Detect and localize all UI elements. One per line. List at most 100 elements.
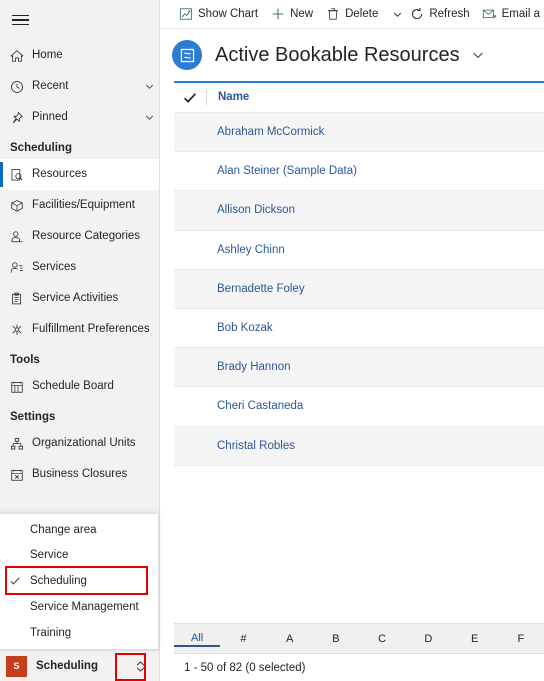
show-chart-label: Show Chart <box>198 8 259 20</box>
alpha-filter-all[interactable]: All <box>174 631 221 647</box>
refresh-icon <box>409 7 424 22</box>
chevron-down-icon[interactable] <box>471 48 485 62</box>
sidebar-item-services[interactable]: Services <box>0 252 159 283</box>
grid-body: Abraham McCormick Alan Steiner (Sample D… <box>174 113 544 623</box>
cell-name[interactable]: Alan Steiner (Sample Data) <box>174 165 544 177</box>
sidebar-item-label: Pinned <box>32 111 68 124</box>
sidebar-item-label: Services <box>32 261 77 274</box>
change-area-title: Change area <box>30 524 97 536</box>
alpha-filter-b[interactable]: B <box>313 632 359 646</box>
cell-name[interactable]: Bernadette Foley <box>174 283 544 295</box>
table-row[interactable]: Bernadette Foley <box>174 269 544 309</box>
sidebar-item-recent[interactable]: Recent <box>0 71 159 102</box>
table-row[interactable]: Alan Steiner (Sample Data) <box>174 152 544 192</box>
delete-button[interactable]: Delete <box>319 0 384 29</box>
table-row[interactable]: Allison Dickson <box>174 191 544 231</box>
area-option-training[interactable]: Training <box>0 620 158 646</box>
sidebar-item-label: Service Activities <box>32 292 119 305</box>
table-row[interactable]: Brady Hannon <box>174 348 544 388</box>
sidebar-item-label: Business Closures <box>32 468 128 481</box>
sidebar-item-resources[interactable]: Resources <box>0 159 159 190</box>
alpha-filter-f[interactable]: F <box>498 632 544 646</box>
refresh-label: Refresh <box>429 8 470 20</box>
sidebar-item-home[interactable]: Home <box>0 40 159 71</box>
data-grid: Name Abraham McCormick Alan Steiner (Sam… <box>174 81 544 623</box>
status-bar: 1 - 50 of 82 (0 selected) <box>174 653 544 681</box>
alpha-filter-c[interactable]: C <box>359 632 405 646</box>
view-title-row: Active Bookable Resources <box>160 29 544 81</box>
service-icon <box>10 260 32 276</box>
fulfillment-icon <box>10 322 32 338</box>
sidebar-item-service-activities[interactable]: Service Activities <box>0 283 159 314</box>
cell-name[interactable]: Christal Robles <box>174 440 544 452</box>
cell-name[interactable]: Abraham McCormick <box>174 126 544 138</box>
sidebar-item-label: Schedule Board <box>32 380 114 393</box>
hamburger-menu-icon[interactable] <box>0 4 40 36</box>
email-a-link-label: Email a Link <box>501 8 544 20</box>
sidebar-item-business-closures[interactable]: Business Closures <box>0 459 159 490</box>
area-option-label: Scheduling <box>30 575 87 587</box>
bookable-resource-icon <box>172 40 202 70</box>
chevron-up-down-icon[interactable] <box>127 653 153 679</box>
sidebar-item-fulfillment-preferences[interactable]: Fulfillment Preferences <box>0 314 159 345</box>
cell-name[interactable]: Ashley Chinn <box>174 244 544 256</box>
grid-empty-space <box>174 465 544 623</box>
area-option-service-management[interactable]: Service Management <box>0 594 158 620</box>
table-row[interactable]: Abraham McCormick <box>174 113 544 153</box>
sidebar-item-schedule-board[interactable]: Schedule Board <box>0 371 159 402</box>
area-option-label: Service Management <box>30 601 139 613</box>
sidebar-item-label: Recent <box>32 80 69 93</box>
sidebar-item-pinned[interactable]: Pinned <box>0 102 159 133</box>
area-switcher-label: Scheduling <box>36 660 98 672</box>
new-button[interactable]: New <box>264 0 319 29</box>
email-icon <box>482 7 497 22</box>
trash-icon <box>325 7 340 22</box>
refresh-button[interactable]: Refresh <box>403 0 475 29</box>
column-header-name[interactable]: Name <box>206 90 544 105</box>
alpha-filter-e[interactable]: E <box>452 632 498 646</box>
alpha-filter-hash[interactable]: # <box>220 632 266 646</box>
main-content: Show Chart New Delete Refresh Email a Ac… <box>160 0 544 681</box>
alpha-filter-a[interactable]: A <box>267 632 313 646</box>
sidebar-group-title: Settings <box>10 411 56 423</box>
checkmark-icon <box>0 575 30 587</box>
sidebar: Home Recent Pinned Scheduling Resources … <box>0 0 160 681</box>
cell-name[interactable]: Bob Kozak <box>174 322 544 334</box>
table-row[interactable]: Cheri Castaneda <box>174 387 544 427</box>
org-units-icon <box>10 436 32 452</box>
page-title: Active Bookable Resources <box>215 43 460 66</box>
alphabet-filter-bar: All # A B C D E F <box>174 623 544 653</box>
sidebar-top-nav: Home Recent Pinned <box>0 40 159 133</box>
select-all-checkmark-icon[interactable] <box>174 91 206 105</box>
sidebar-group-title: Tools <box>10 354 40 366</box>
chevron-down-icon[interactable] <box>392 0 403 29</box>
area-option-service[interactable]: Service <box>0 542 158 568</box>
chevron-down-icon[interactable] <box>139 81 159 92</box>
facility-icon <box>10 198 32 214</box>
sidebar-item-label: Home <box>32 49 63 62</box>
alpha-filter-d[interactable]: D <box>405 632 451 646</box>
sidebar-item-resource-categories[interactable]: Resource Categories <box>0 221 159 252</box>
area-switcher[interactable]: S Scheduling <box>0 650 159 681</box>
record-count-label: 1 - 50 of 82 (0 selected) <box>184 661 306 674</box>
area-option-scheduling[interactable]: Scheduling <box>0 568 158 594</box>
cell-name[interactable]: Brady Hannon <box>174 361 544 373</box>
plus-icon <box>270 7 285 22</box>
cell-name[interactable]: Allison Dickson <box>174 204 544 216</box>
command-bar: Show Chart New Delete Refresh Email a <box>160 0 544 29</box>
area-option-label: Service <box>30 549 69 561</box>
grid-header-row: Name <box>174 83 544 113</box>
table-row[interactable]: Ashley Chinn <box>174 230 544 270</box>
show-chart-button[interactable]: Show Chart <box>172 0 264 29</box>
resource-icon <box>10 167 32 183</box>
calendar-icon <box>10 379 32 395</box>
table-row[interactable]: Bob Kozak <box>174 308 544 349</box>
email-a-link-button[interactable]: Email a Link <box>476 0 544 29</box>
sidebar-item-label: Resources <box>32 168 87 181</box>
sidebar-item-organizational-units[interactable]: Organizational Units <box>0 428 159 459</box>
chevron-down-icon[interactable] <box>139 112 159 123</box>
category-icon <box>10 229 32 245</box>
sidebar-item-facilities-equipment[interactable]: Facilities/Equipment <box>0 190 159 221</box>
cell-name[interactable]: Cheri Castaneda <box>174 400 544 412</box>
table-row[interactable]: Christal Robles <box>174 426 544 466</box>
